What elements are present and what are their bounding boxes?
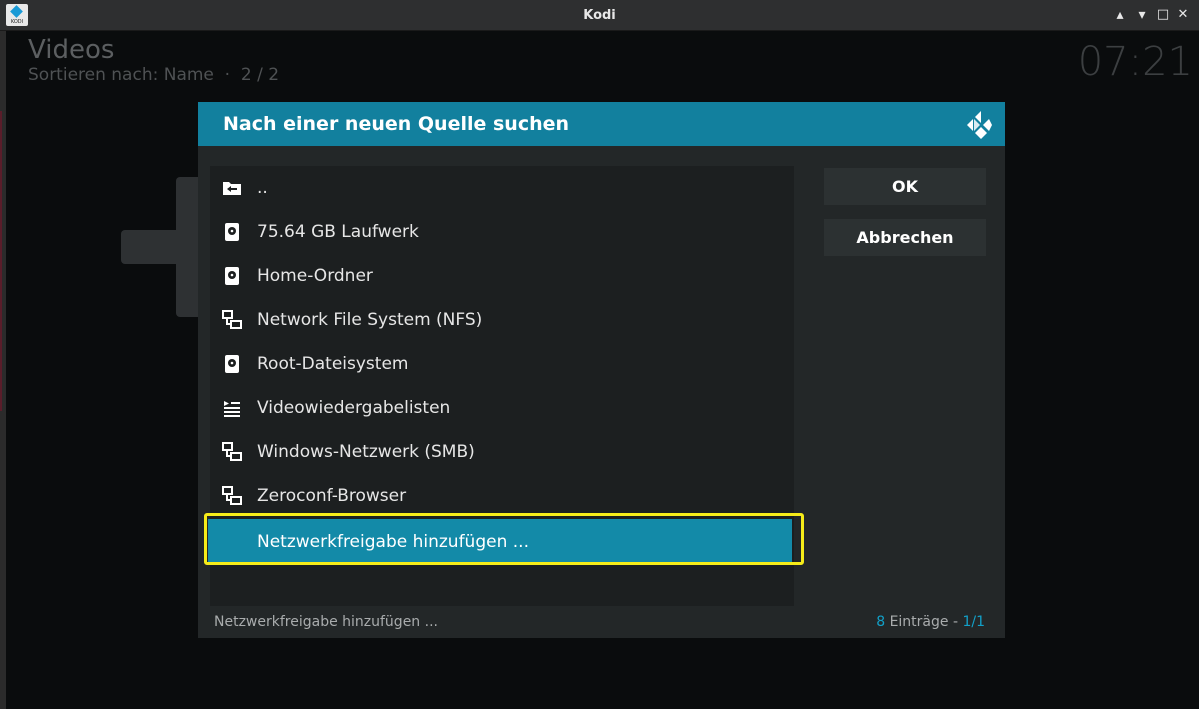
restore-button[interactable]: ▾ [1132, 5, 1152, 25]
list-item-nfs[interactable]: Network File System (NFS) [210, 298, 794, 342]
list-item-add-network-share[interactable]: Netzwerkfreigabe hinzufügen ... [208, 519, 792, 565]
list-item-label: Zeroconf-Browser [257, 486, 407, 506]
hard-drive-icon [225, 223, 239, 241]
page-indicator: 1/1 [962, 614, 985, 630]
footer-item-count: 8 Einträge - 1/1 [876, 614, 985, 630]
maximize-button[interactable]: □ [1153, 5, 1173, 25]
network-icon [222, 486, 242, 505]
list-item-label: Netzwerkfreigabe hinzufügen ... [257, 532, 529, 552]
list-item-parent[interactable]: .. [210, 166, 794, 210]
browse-source-dialog: Nach einer neuen Quelle suchen .. 75.64 … [198, 102, 1005, 638]
playlist-icon [224, 401, 240, 417]
window-title: Kodi [583, 8, 616, 23]
section-title: Videos [28, 35, 115, 65]
network-icon [222, 442, 242, 461]
list-item-smb[interactable]: Windows-Netzwerk (SMB) [210, 430, 794, 474]
list-item-label: Network File System (NFS) [257, 310, 483, 330]
network-icon [222, 310, 242, 329]
entries-label: Einträge - [885, 614, 963, 630]
sort-info: Sortieren nach: Name · 2 / 2 [28, 65, 280, 85]
minimize-button[interactable]: ▴ [1110, 5, 1130, 25]
list-item-label: Home-Ordner [257, 266, 373, 286]
list-item-label: .. [257, 178, 268, 198]
window-titlebar: KODI Kodi ▴ ▾ □ ✕ [0, 0, 1199, 31]
cancel-button[interactable]: Abbrechen [824, 219, 986, 256]
source-list: .. 75.64 GB Laufwerk Home-Ordner Network… [208, 166, 794, 606]
close-button[interactable]: ✕ [1173, 5, 1193, 25]
hard-drive-icon [225, 355, 239, 373]
list-item-label: Root-Dateisystem [257, 354, 409, 374]
list-item-playlists[interactable]: Videowiedergabelisten [210, 386, 794, 430]
list-item-drive[interactable]: 75.64 GB Laufwerk [210, 210, 794, 254]
list-item-root[interactable]: Root-Dateisystem [210, 342, 794, 386]
list-item-home[interactable]: Home-Ordner [210, 254, 794, 298]
folder-back-icon [223, 182, 241, 195]
dialog-header: Nach einer neuen Quelle suchen [198, 102, 1005, 146]
ok-button[interactable]: OK [824, 168, 986, 205]
list-item-label: 75.64 GB Laufwerk [257, 222, 419, 242]
entry-count: 8 [876, 614, 886, 630]
list-item-label: Videowiedergabelisten [257, 398, 451, 418]
hard-drive-icon [225, 267, 239, 285]
footer-selected-label: Netzwerkfreigabe hinzufügen ... [214, 614, 438, 630]
list-item-zeroconf[interactable]: Zeroconf-Browser [210, 474, 794, 518]
list-item-label: Windows-Netzwerk (SMB) [257, 442, 475, 462]
dialog-title: Nach einer neuen Quelle suchen [223, 113, 570, 135]
kodi-logo-icon [967, 111, 992, 139]
clock: 07:21 [1077, 39, 1193, 85]
